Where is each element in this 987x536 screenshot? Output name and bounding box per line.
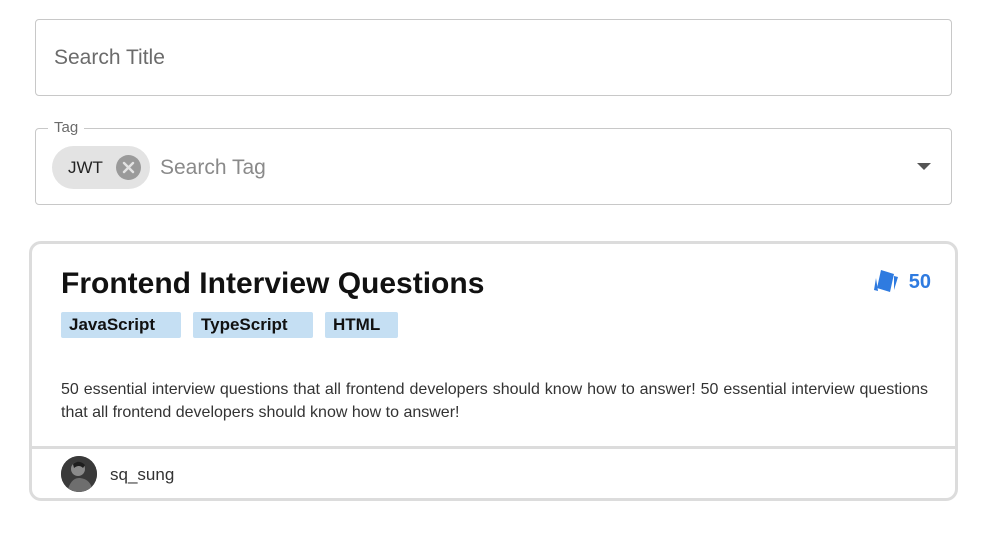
chip-label: JWT [68, 158, 103, 177]
tag-html[interactable]: HTML [325, 312, 398, 338]
cards-icon [872, 268, 900, 299]
tag-search-input[interactable] [160, 154, 860, 182]
card-title[interactable]: Frontend Interview Questions [61, 266, 484, 302]
search-title-field[interactable] [35, 19, 952, 96]
card-divider [32, 446, 955, 449]
tag-javascript[interactable]: JavaScript [61, 312, 181, 338]
question-set-card[interactable]: Frontend Interview Questions 50 JavaScri… [29, 241, 958, 501]
question-count-value: 50 [908, 271, 931, 293]
author-name[interactable]: sq_sung [110, 465, 174, 485]
card-description: 50 essential interview questions that al… [61, 381, 928, 421]
dropdown-arrow-icon[interactable] [917, 163, 931, 170]
chip-remove-icon[interactable] [116, 155, 141, 180]
selected-tag-chip[interactable]: JWT [52, 146, 150, 189]
author-avatar[interactable] [61, 456, 97, 492]
tag-search-field[interactable]: Tag JWT [35, 120, 952, 205]
card-tag-list: JavaScript TypeScript HTML [61, 312, 398, 338]
tag-typescript[interactable]: TypeScript [193, 312, 313, 338]
search-title-input[interactable] [54, 44, 914, 72]
tag-field-label: Tag [48, 120, 85, 136]
